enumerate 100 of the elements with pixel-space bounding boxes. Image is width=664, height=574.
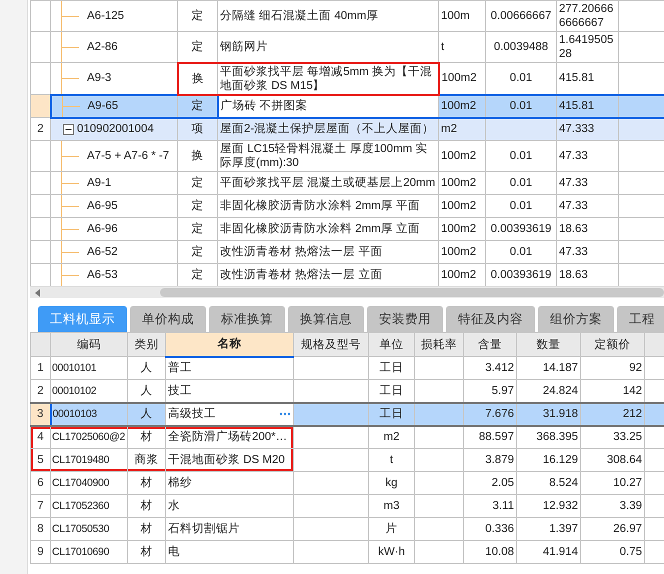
table-cell: 100m: [438, 0, 486, 32]
table-cell: 16.129: [516, 448, 580, 472]
table-cell: 平面砂浆找平层 混凝土或硬基层上20mm: [218, 172, 438, 194]
row-number: 4: [30, 426, 50, 448]
table-cell: 8.524: [516, 472, 580, 494]
table-cell: m3: [368, 494, 414, 518]
table-cell: 商浆: [128, 448, 166, 472]
table-cell: 钢筋网片: [218, 32, 438, 62]
table-cell: 工日: [368, 356, 414, 380]
table-cell: 定: [178, 240, 218, 264]
table-cell: 277.206666666667: [556, 0, 618, 32]
table-cell: 26.97: [580, 518, 644, 540]
table-cell: 33.25: [580, 426, 644, 448]
tab[interactable]: 组价方案: [538, 306, 614, 332]
table-cell: CL17019480: [50, 448, 128, 472]
row-number: 3: [30, 402, 50, 426]
table-cell: 0.01: [486, 140, 556, 172]
table-cell: 100m2: [438, 140, 486, 172]
table-cell: 14.187: [516, 356, 580, 380]
table-cell: CL17050530: [50, 518, 128, 540]
table-cell: 0.0039488: [486, 32, 556, 62]
table-cell: CL17040900: [50, 472, 128, 494]
collapse-icon[interactable]: [63, 124, 74, 135]
table-cell: 材: [128, 494, 166, 518]
left-arrow-icon[interactable]: [34, 288, 42, 296]
table-cell: 材: [128, 540, 166, 564]
code-text: A9-1: [87, 177, 112, 189]
column-header: 名称: [166, 332, 294, 356]
column-header: 定额价: [580, 332, 644, 356]
code-text: A9-3: [87, 72, 112, 84]
table-cell: 分隔缝 细石混凝土面 40mm厚: [218, 0, 438, 32]
table-cell: 47.33: [556, 140, 618, 172]
code-text: A6-96: [87, 223, 118, 235]
column-header: 编码: [50, 332, 128, 356]
table-cell: 415.81: [556, 94, 618, 118]
table-cell: 308.64: [580, 448, 644, 472]
code-text: A7-5 + A7-6 * -7: [87, 150, 170, 162]
row-number: 7: [30, 494, 50, 518]
table-cell: kg: [368, 472, 414, 494]
tab[interactable]: 特征及内容: [446, 306, 535, 332]
table-cell: CL17025060@2: [50, 426, 128, 448]
table-cell: 0.01: [486, 94, 556, 118]
table-cell: 石料切割锯片: [166, 518, 294, 540]
table-cell: 0.336: [464, 518, 516, 540]
tab[interactable]: 单价构成: [130, 306, 206, 332]
code-text: A9-65: [88, 100, 118, 112]
table-cell: 棉纱: [166, 472, 294, 494]
table-cell: 41.914: [516, 540, 580, 564]
scrollbar-thumb[interactable]: [160, 288, 664, 297]
table-cell: 00010103: [50, 402, 128, 426]
table-cell: 212: [580, 402, 644, 426]
table-cell: 屋面 LC15轻骨料混凝土 厚度100mm 实际厚度(mm):30: [218, 140, 438, 172]
table-cell: 0.00666667: [486, 0, 556, 32]
table-cell: 92: [580, 356, 644, 380]
tab[interactable]: 工程: [617, 306, 664, 332]
table-cell: 3.11: [464, 494, 516, 518]
horizontal-scrollbar[interactable]: [30, 286, 664, 298]
table-cell: 47.33: [556, 240, 618, 264]
table-cell: 非固化橡胶沥青防水涂料 2mm厚 立面: [218, 218, 438, 240]
table-cell: 干混地面砂浆 DS M20: [166, 448, 294, 472]
table-cell: 换: [178, 62, 218, 94]
code-text: A6-125: [87, 10, 124, 22]
table-cell: 12.932: [516, 494, 580, 518]
table-cell: 0.01: [486, 172, 556, 194]
table-cell: 平面砂浆找平层 每增减5mm 换为【干混地面砂浆 DS M15】: [218, 62, 438, 94]
table-cell: 高级技工: [168, 407, 216, 421]
table-cell: 10.08: [464, 540, 516, 564]
table-cell: 材: [128, 518, 166, 540]
column-header: 规格及型号: [294, 332, 368, 356]
table-cell: CL17052360: [50, 494, 128, 518]
table-cell: 100m2: [438, 240, 486, 264]
table-cell: 材: [128, 426, 166, 448]
row-number: 6: [30, 472, 50, 494]
table-cell: 定: [178, 0, 218, 32]
table-cell: 1.397: [516, 518, 580, 540]
table-cell: 工日: [368, 402, 414, 426]
table-cell: 100m2: [438, 94, 486, 118]
tab[interactable]: 标准换算: [209, 306, 285, 332]
code-text: A6-53: [87, 269, 118, 281]
column-header: 单位: [368, 332, 414, 356]
table-cell: 定: [178, 218, 218, 240]
table-cell: 0.01: [486, 240, 556, 264]
column-header: 含量: [464, 332, 516, 356]
table-cell: 47.333: [556, 118, 618, 140]
row-number: 5: [30, 448, 50, 472]
code-text: A2-86: [87, 41, 118, 53]
table-cell: 18.63: [556, 218, 618, 240]
tab[interactable]: 换算信息: [288, 306, 364, 332]
tab[interactable]: 安装费用: [367, 306, 443, 332]
table-cell: 屋面2-混凝土保护层屋面（不上人屋面）: [218, 118, 438, 140]
table-cell: CL17010690: [50, 540, 128, 564]
table-cell: 100m2: [438, 172, 486, 194]
table-cell: 0.01: [486, 194, 556, 218]
table-cell: 水: [166, 494, 294, 518]
column-header: 类别: [128, 332, 166, 356]
table-cell: 47.33: [556, 172, 618, 194]
table-cell: 31.918: [516, 402, 580, 426]
table-cell: 片: [368, 518, 414, 540]
more-icon[interactable]: [279, 412, 291, 416]
table-cell: 3.412: [464, 356, 516, 380]
